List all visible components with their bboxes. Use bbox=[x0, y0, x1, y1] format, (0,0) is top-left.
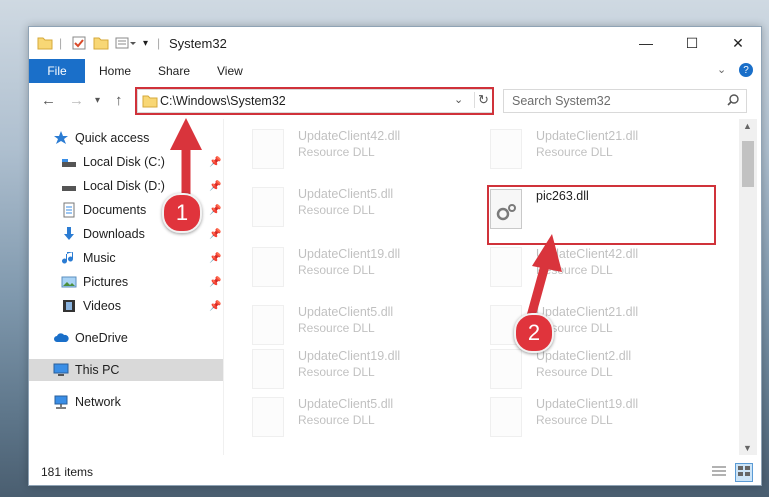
callout-1: 1 bbox=[162, 193, 202, 233]
callout-2: 2 bbox=[514, 313, 554, 353]
arrow-2-head bbox=[532, 234, 562, 272]
annotation-arrows bbox=[170, 118, 562, 322]
arrow-2-shaft bbox=[525, 260, 551, 322]
arrow-1-head bbox=[170, 118, 202, 150]
